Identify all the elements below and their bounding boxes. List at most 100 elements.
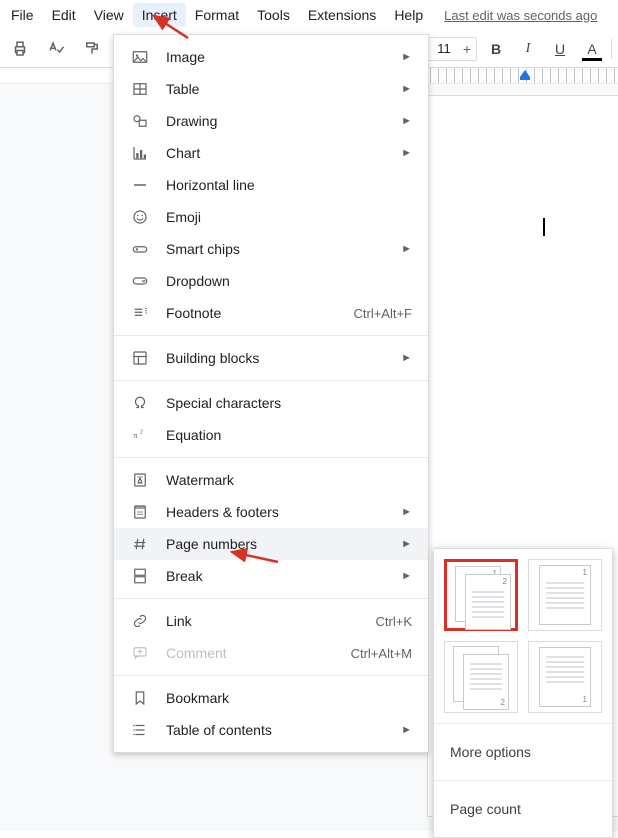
menu-item-toc[interactable]: Table of contents► xyxy=(114,714,428,746)
menu-item-label: Smart chips xyxy=(166,241,401,257)
menu-item-bookmark[interactable]: Bookmark xyxy=(114,682,428,714)
menu-item-label: Footnote xyxy=(166,305,353,321)
menu-item-label: Drawing xyxy=(166,113,401,129)
insert-menu-dropdown: Image►Table►Drawing►Chart►Horizontal lin… xyxy=(113,34,429,753)
menu-item-headersfooters[interactable]: Headers & footers► xyxy=(114,496,428,528)
link-icon xyxy=(128,609,152,633)
menu-edit[interactable]: Edit xyxy=(43,3,85,27)
footnote-icon xyxy=(128,301,152,325)
paint-format-icon[interactable] xyxy=(78,35,106,63)
watermark-icon xyxy=(128,468,152,492)
menu-item-table[interactable]: Table► xyxy=(114,73,428,105)
submenu-arrow-icon: ► xyxy=(401,147,412,159)
drawing-icon xyxy=(128,109,152,133)
menubar: File Edit View Insert Format Tools Exten… xyxy=(0,0,618,30)
bold-button[interactable]: B xyxy=(483,36,509,62)
svg-text:π: π xyxy=(133,431,138,440)
menu-item-label: Bookmark xyxy=(166,690,412,706)
equation-icon: π2 xyxy=(128,423,152,447)
menu-item-drawing[interactable]: Drawing► xyxy=(114,105,428,137)
comment-icon xyxy=(128,641,152,665)
menu-tools[interactable]: Tools xyxy=(248,3,299,27)
page-count-item[interactable]: Page count xyxy=(444,791,602,827)
menu-item-label: Table xyxy=(166,81,401,97)
menu-extensions[interactable]: Extensions xyxy=(299,3,385,27)
menu-item-label: Image xyxy=(166,49,401,65)
toolbar-separator xyxy=(611,39,612,59)
menu-item-smartchips[interactable]: Smart chips► xyxy=(114,233,428,265)
page-number-header-single[interactable]: 1 xyxy=(528,559,602,631)
page-number-header-stack[interactable]: 1 2 xyxy=(444,559,518,631)
menu-item-label: Headers & footers xyxy=(166,504,401,520)
menu-item-buildingblocks[interactable]: Building blocks► xyxy=(114,342,428,374)
menu-item-hr[interactable]: Horizontal line xyxy=(114,169,428,201)
dropdown-icon xyxy=(128,269,152,293)
hr-icon xyxy=(128,173,152,197)
menu-item-dropdown[interactable]: Dropdown xyxy=(114,265,428,297)
text-color-button[interactable]: A xyxy=(579,36,605,62)
submenu-arrow-icon: ► xyxy=(401,51,412,63)
menu-item-specialchars[interactable]: Special characters xyxy=(114,387,428,419)
submenu-arrow-icon: ► xyxy=(401,724,412,736)
menu-item-label: Break xyxy=(166,568,401,584)
submenu-arrow-icon: ► xyxy=(401,243,412,255)
menu-file[interactable]: File xyxy=(2,3,43,27)
menu-insert[interactable]: Insert xyxy=(133,3,186,27)
submenu-arrow-icon: ► xyxy=(401,352,412,364)
menu-separator xyxy=(114,335,428,336)
menu-item-chart[interactable]: Chart► xyxy=(114,137,428,169)
menu-item-pagenumbers[interactable]: Page numbers► xyxy=(114,528,428,560)
break-icon xyxy=(128,564,152,588)
menu-item-label: Page numbers xyxy=(166,536,401,552)
svg-text:2: 2 xyxy=(140,430,143,436)
menu-separator xyxy=(114,675,428,676)
menu-item-label: Special characters xyxy=(166,395,412,411)
menu-view[interactable]: View xyxy=(85,3,133,27)
text-cursor xyxy=(543,218,545,236)
page-number-footer-single[interactable]: 1 xyxy=(528,641,602,713)
print-icon[interactable] xyxy=(6,35,34,63)
ruler-indent-marker[interactable] xyxy=(520,70,530,77)
menu-item-equation[interactable]: π2 Equation xyxy=(114,419,428,451)
page-number-footer-stack[interactable]: 1 2 xyxy=(444,641,518,713)
hash-icon xyxy=(128,532,152,556)
menu-item-label: Watermark xyxy=(166,472,412,488)
menu-separator xyxy=(114,380,428,381)
menu-item-shortcut: Ctrl+K xyxy=(376,614,412,629)
underline-button[interactable]: U xyxy=(547,36,573,62)
page-numbers-submenu: 1 2 1 1 2 1 More options Page count xyxy=(433,548,613,838)
menu-item-break[interactable]: Break► xyxy=(114,560,428,592)
headers-icon xyxy=(128,500,152,524)
menu-item-watermark[interactable]: Watermark xyxy=(114,464,428,496)
menu-item-label: Equation xyxy=(166,427,412,443)
menu-item-emoji[interactable]: Emoji xyxy=(114,201,428,233)
menu-separator xyxy=(114,598,428,599)
submenu-separator xyxy=(434,723,612,724)
menu-item-link[interactable]: LinkCtrl+K xyxy=(114,605,428,637)
italic-button[interactable]: I xyxy=(515,36,541,62)
submenu-arrow-icon: ► xyxy=(401,538,412,550)
image-icon xyxy=(128,45,152,69)
menu-item-label: Horizontal line xyxy=(166,177,412,193)
spellcheck-icon[interactable] xyxy=(42,35,70,63)
bookmark-icon xyxy=(128,686,152,710)
menu-item-label: Comment xyxy=(166,645,351,661)
menu-item-comment: CommentCtrl+Alt+M xyxy=(114,637,428,669)
menu-item-label: Emoji xyxy=(166,209,412,225)
menu-item-label: Building blocks xyxy=(166,350,401,366)
menu-item-image[interactable]: Image► xyxy=(114,41,428,73)
submenu-arrow-icon: ► xyxy=(401,506,412,518)
more-options-item[interactable]: More options xyxy=(444,734,602,770)
table-icon xyxy=(128,77,152,101)
menu-format[interactable]: Format xyxy=(186,3,248,27)
font-size-increase[interactable]: + xyxy=(458,38,476,60)
font-size-value[interactable]: 11 xyxy=(430,41,458,56)
last-edit-link[interactable]: Last edit was seconds ago xyxy=(444,8,597,23)
menu-item-label: Chart xyxy=(166,145,401,161)
menu-item-shortcut: Ctrl+Alt+F xyxy=(353,306,412,321)
smartchips-icon xyxy=(128,237,152,261)
menu-help[interactable]: Help xyxy=(385,3,432,27)
menu-item-footnote[interactable]: FootnoteCtrl+Alt+F xyxy=(114,297,428,329)
toc-icon xyxy=(128,718,152,742)
emoji-icon xyxy=(128,205,152,229)
